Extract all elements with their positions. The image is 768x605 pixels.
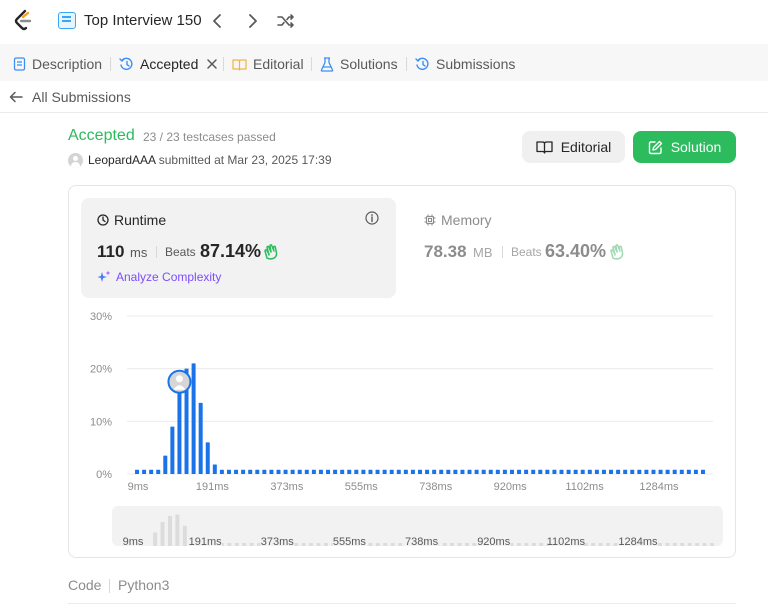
- runtime-title-label: Runtime: [114, 212, 167, 228]
- tab-divider: [223, 57, 224, 71]
- stat-divider: [156, 246, 157, 258]
- all-submissions-link[interactable]: All Submissions: [32, 89, 131, 105]
- range-slider[interactable]: [112, 506, 723, 546]
- info-icon[interactable]: [365, 211, 379, 225]
- problem-list-title[interactable]: Top Interview 150: [84, 12, 202, 29]
- tab-divider: [311, 57, 312, 71]
- editorial-button[interactable]: Editorial: [522, 131, 625, 163]
- leetcode-logo-icon[interactable]: [12, 9, 34, 33]
- code-language: Python3: [118, 577, 170, 593]
- next-problem-icon[interactable]: [242, 11, 262, 31]
- close-tab-icon[interactable]: [206, 58, 218, 70]
- flask-icon: [320, 56, 334, 72]
- solution-button-label: Solution: [670, 139, 722, 155]
- tab-accepted-label: Accepted: [140, 56, 199, 72]
- runtime-value: 110: [97, 242, 125, 261]
- submissions-nav: All Submissions: [0, 81, 768, 113]
- tab-editorial-label: Editorial: [253, 56, 304, 72]
- clapping-hands-icon: [264, 244, 278, 260]
- memory-title-label: Memory: [441, 212, 492, 228]
- memory-unit: MB: [473, 245, 493, 260]
- clock-icon: [97, 214, 109, 226]
- document-icon: [13, 57, 26, 71]
- tab-solutions[interactable]: Solutions: [320, 55, 398, 73]
- code-divider: [109, 579, 110, 593]
- book-icon: [536, 141, 553, 154]
- submission-meta: LeopardAAA submitted at Mar 23, 2025 17:…: [88, 153, 332, 167]
- memory-title: Memory: [424, 212, 492, 228]
- analyze-complexity-label: Analyze Complexity: [116, 270, 222, 284]
- tab-submissions[interactable]: Submissions: [415, 55, 515, 73]
- tab-description-label: Description: [32, 56, 103, 72]
- tab-submissions-label: Submissions: [436, 56, 516, 72]
- chip-icon: [424, 214, 436, 226]
- problem-list-icon[interactable]: [58, 12, 76, 29]
- history-icon: [119, 57, 133, 71]
- code-section-label: Code: [68, 577, 102, 593]
- clapping-hands-icon: [610, 244, 624, 260]
- stat-divider: [502, 246, 503, 258]
- submitted-time: submitted at Mar 23, 2025 17:39: [158, 153, 332, 167]
- top-bar: Top Interview 150: [0, 0, 768, 42]
- solution-button[interactable]: Solution: [633, 131, 736, 163]
- avatar[interactable]: [68, 153, 83, 168]
- arrow-left-icon[interactable]: [9, 90, 23, 104]
- tab-bar: Description Accepted Editorial Solutions: [0, 44, 768, 81]
- tab-editorial[interactable]: Editorial: [232, 55, 304, 73]
- divider: [68, 603, 736, 604]
- runtime-beats-label: Beats: [165, 245, 196, 259]
- tab-solutions-label: Solutions: [340, 56, 398, 72]
- testcases-passed: 23 / 23 testcases passed: [143, 130, 276, 144]
- tab-divider: [110, 57, 111, 71]
- prev-problem-icon[interactable]: [208, 11, 228, 31]
- editorial-button-label: Editorial: [560, 139, 612, 155]
- runtime-beats-percent: 87.14%: [200, 241, 262, 261]
- tab-description[interactable]: Description: [13, 55, 102, 73]
- runtime-title: Runtime: [97, 212, 166, 228]
- sparkle-icon: [97, 270, 111, 282]
- history-icon: [415, 57, 429, 71]
- shuffle-icon[interactable]: [276, 11, 296, 31]
- tab-divider: [406, 57, 407, 71]
- submission-status: Accepted: [68, 127, 135, 144]
- edit-icon: [648, 140, 662, 154]
- username-link[interactable]: LeopardAAA: [88, 153, 155, 167]
- memory-beats-percent: 63.40%: [545, 241, 607, 261]
- book-icon: [232, 58, 247, 71]
- tab-accepted[interactable]: Accepted: [119, 55, 218, 73]
- analyze-complexity-link[interactable]: Analyze Complexity: [97, 270, 221, 284]
- memory-beats-label: Beats: [511, 245, 542, 259]
- memory-value: 78.38: [424, 242, 467, 261]
- runtime-unit: ms: [130, 245, 148, 260]
